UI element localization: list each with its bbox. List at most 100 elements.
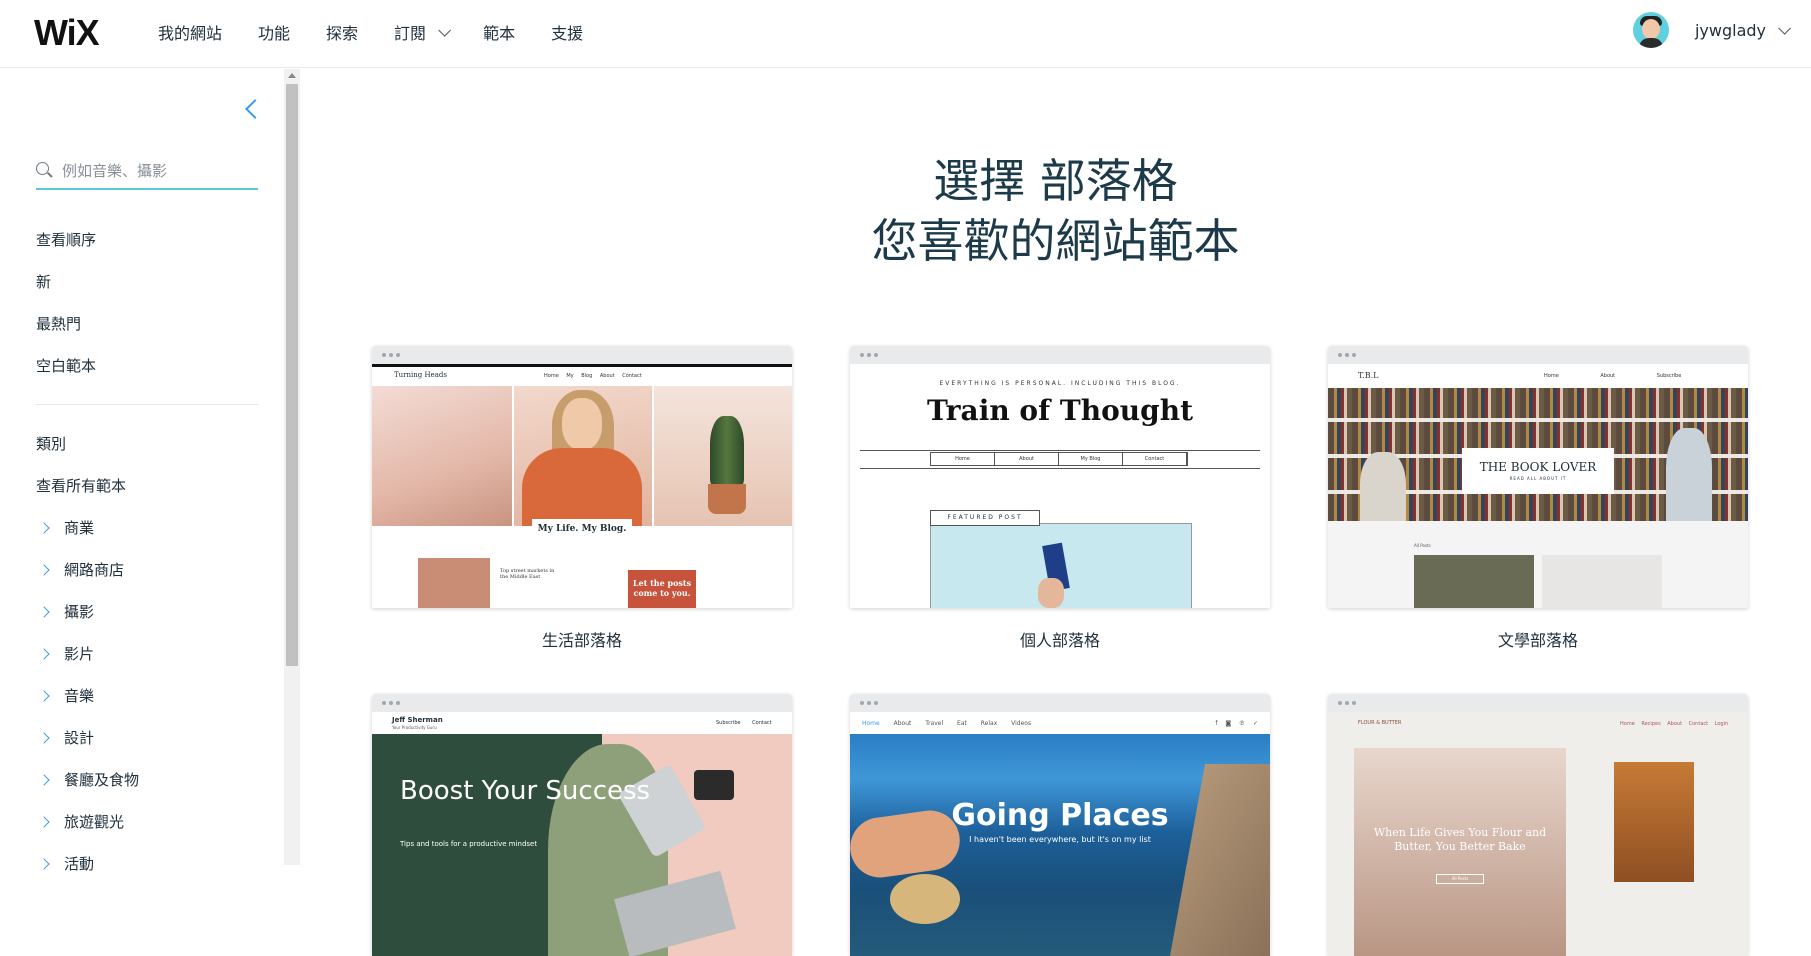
preview-cta: Let the posts come to you. — [628, 570, 696, 608]
plant-photo — [654, 386, 792, 526]
bookshelf-photo: THE BOOK LOVER READ ALL ABOUT IT — [1328, 388, 1748, 532]
template-preview[interactable]: Home About Travel Eat Relax Videos f ◙ ℗… — [850, 694, 1270, 956]
category-music[interactable]: 音樂 — [38, 685, 95, 706]
nav-label: 訂閱 — [394, 24, 427, 43]
chevron-down-icon[interactable] — [1778, 21, 1791, 35]
view-all-templates[interactable]: 查看所有範本 — [36, 475, 126, 496]
preview-nav: T.B.L Home About Subscribe — [1328, 364, 1748, 388]
template-preview[interactable]: Jeff Sherman Your Productivity Guru Subs… — [372, 694, 792, 956]
categories-heading: 類別 — [36, 435, 67, 453]
sort-new[interactable]: 新 — [36, 271, 51, 292]
preview-image: Turning Heads Home My Blog About Contact… — [372, 364, 792, 608]
divider — [860, 468, 1260, 469]
preview-links: About Travel Eat Relax Videos — [893, 720, 1032, 727]
preview-kicker: EVERYTHING IS PERSONAL. INCLUDING THIS B… — [939, 380, 1181, 387]
category-video[interactable]: 影片 — [38, 643, 95, 664]
search-box[interactable] — [36, 154, 258, 190]
category-restaurants-food[interactable]: 餐廳及食物 — [38, 769, 139, 790]
category-label: 設計 — [64, 729, 95, 747]
browser-bar — [850, 694, 1270, 712]
preview-brand: Jeff Sherman — [392, 716, 443, 724]
preview-active-link: Home — [862, 720, 880, 727]
avatar[interactable] — [1632, 12, 1669, 48]
category-business[interactable]: 商業 — [38, 517, 95, 538]
search-input[interactable] — [62, 158, 252, 184]
browser-bar — [1328, 694, 1748, 712]
category-photography[interactable]: 攝影 — [38, 601, 95, 622]
template-preview[interactable]: EVERYTHING IS PERSONAL. INCLUDING THIS B… — [850, 346, 1270, 608]
category-label: 音樂 — [64, 687, 95, 705]
category-label: 攝影 — [64, 603, 95, 621]
category-travel[interactable]: 旅遊觀光 — [38, 811, 124, 832]
divider — [860, 450, 1260, 451]
divider — [36, 404, 258, 405]
chevron-right-icon — [38, 521, 50, 534]
nav-label: 探索 — [326, 24, 359, 43]
category-label: 影片 — [64, 645, 95, 663]
social-icons: f ◙ ℗ ✓ — [1215, 720, 1258, 727]
scrollbar-thumb[interactable] — [286, 84, 298, 666]
page-title: 選擇 部落格 您喜歡的網站範本 — [300, 151, 1811, 271]
template-caption[interactable]: 文學部落格 — [1328, 627, 1748, 651]
preview-title: When Life Gives You Flour and Butter, Yo… — [1373, 826, 1547, 853]
sort-popular[interactable]: 最熱門 — [36, 313, 81, 334]
user-menu[interactable]: jywglady — [1632, 12, 1791, 48]
preview-links: Home My Blog About Contact — [544, 373, 642, 379]
nav-label: 我的網站 — [158, 24, 223, 43]
sort-blank[interactable]: 空白範本 — [36, 355, 96, 376]
preview-post-title: Top street markets in the Middle East — [500, 568, 555, 580]
preview-nav-item: My Blog — [1059, 453, 1123, 465]
nav-support[interactable]: 支援 — [551, 20, 583, 44]
main-nav: 我的網站 功能 探索 訂閱 範本 支援 — [158, 0, 619, 64]
preview-image: EVERYTHING IS PERSONAL. INCLUDING THIS B… — [850, 364, 1270, 608]
preview-image: Home About Travel Eat Relax Videos f ◙ ℗… — [850, 712, 1270, 956]
template-caption[interactable]: 生活部落格 — [372, 627, 792, 651]
woman-photo — [514, 386, 652, 526]
template-preview[interactable]: Turning Heads Home My Blog About Contact… — [372, 346, 792, 608]
preview-nav-item: Contact — [1123, 453, 1187, 465]
category-label: 商業 — [64, 519, 95, 537]
preview-nav: Jeff Sherman Your Productivity Guru Subs… — [372, 712, 792, 734]
chevron-down-icon — [438, 23, 452, 37]
chevron-right-icon — [38, 731, 50, 744]
nav-features[interactable]: 功能 — [258, 20, 290, 44]
hero-image: Boost Your Success Tips and tools for a … — [372, 734, 792, 956]
preview-thumb — [418, 558, 490, 608]
preview-button: All Posts — [1436, 874, 1484, 884]
category-online-store[interactable]: 網路商店 — [38, 559, 124, 580]
preview-all-posts: All Posts — [1414, 543, 1431, 548]
username[interactable]: jywglady — [1695, 21, 1766, 40]
sidebar: 查看順序 新 最熱門 空白範本 類別 查看所有範本 商業 網路商店 攝影 影片 … — [0, 69, 284, 873]
nav-templates[interactable]: 範本 — [483, 20, 515, 44]
desk-photo — [372, 386, 512, 526]
wix-logo[interactable]: WiX — [34, 12, 100, 54]
template-caption[interactable]: 個人部落格 — [850, 627, 1270, 651]
template-preview[interactable]: T.B.L Home About Subscribe THE BOOK LOVE… — [1328, 346, 1748, 608]
avatar-face — [1641, 19, 1660, 39]
sea-photo: Going Places I haven't been everywhere, … — [850, 734, 1270, 956]
preview-subtitle: Tips and tools for a productive mindset — [400, 840, 538, 848]
hero-box: THE BOOK LOVER READ ALL ABOUT IT — [1462, 448, 1614, 494]
nav-subscribe[interactable]: 訂閱 — [394, 20, 452, 44]
preview-links: Home About Subscribe — [1544, 373, 1682, 379]
preview-subtitle: Your Productivity Guru — [392, 725, 437, 730]
nav-explore[interactable]: 探索 — [326, 20, 358, 44]
sort-view-order[interactable]: 查看順序 — [36, 229, 96, 250]
nav-label: 範本 — [483, 24, 516, 43]
chevron-right-icon — [38, 689, 50, 702]
chevron-right-icon — [38, 647, 50, 660]
sidebar-scrollbar[interactable] — [284, 69, 300, 865]
category-design[interactable]: 設計 — [38, 727, 95, 748]
hand-image — [1038, 578, 1064, 608]
preview-box-title: THE BOOK LOVER — [1479, 460, 1597, 474]
featured-label: FEATURED POST — [930, 510, 1040, 526]
collapse-sidebar-button[interactable] — [242, 97, 262, 121]
template-preview[interactable]: FLOUR & BUTTER Home Recipes About Contac… — [1328, 694, 1748, 956]
preview-tagline: My Life. My Blog. — [532, 519, 632, 539]
preview-brand: FLOUR & BUTTER — [1358, 720, 1402, 726]
scroll-up-arrow-icon[interactable] — [288, 73, 296, 78]
category-events[interactable]: 活動 — [38, 853, 94, 874]
preview-nav-item: About — [995, 453, 1059, 465]
nav-my-sites[interactable]: 我的網站 — [158, 20, 222, 44]
preview-subtitle: I haven't been everywhere, but it's on m… — [969, 835, 1151, 844]
